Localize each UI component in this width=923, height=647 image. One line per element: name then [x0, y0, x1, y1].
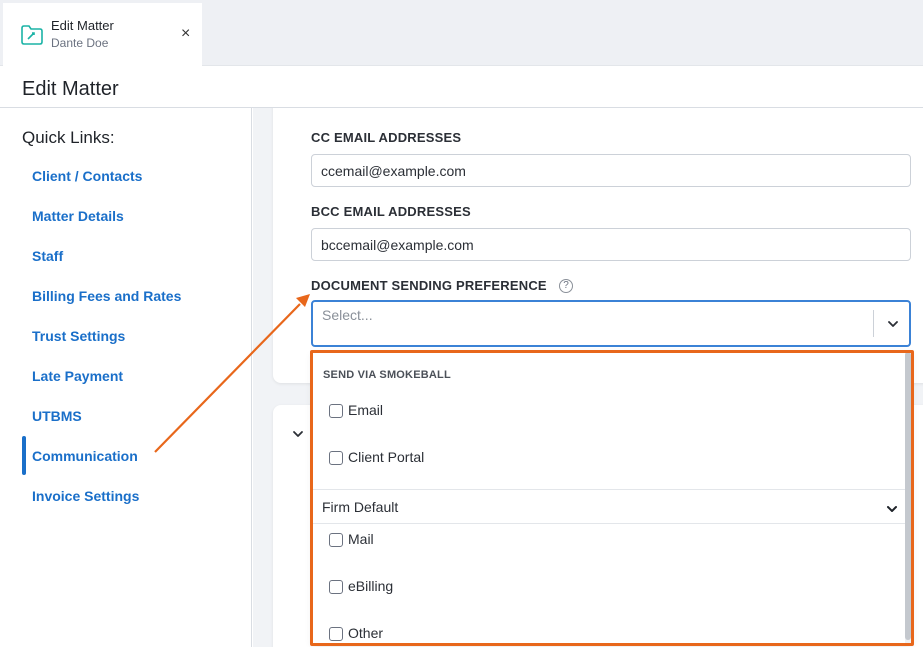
chevron-down-icon[interactable] — [885, 502, 899, 516]
quick-link-client-contacts[interactable]: Client / Contacts — [32, 168, 142, 184]
checkbox[interactable] — [329, 451, 343, 465]
scroll-thumb[interactable] — [905, 352, 911, 640]
quick-link-invoice-settings[interactable]: Invoice Settings — [32, 488, 139, 504]
quick-link-utbms[interactable]: UTBMS — [32, 408, 82, 424]
tab-edit-matter[interactable]: Edit Matter Dante Doe × — [3, 3, 202, 67]
document-sending-preference-select[interactable]: Select... — [311, 300, 911, 347]
quick-links-title: Quick Links: — [22, 128, 115, 147]
checkbox[interactable] — [329, 404, 343, 418]
page-header: Edit Matter — [0, 66, 923, 108]
checkbox[interactable] — [329, 533, 343, 547]
select-divider — [873, 310, 874, 337]
quick-link-staff[interactable]: Staff — [32, 248, 63, 264]
chevron-down-icon[interactable] — [886, 317, 900, 331]
tab-subtitle: Dante Doe — [51, 36, 109, 50]
quick-link-trust-settings[interactable]: Trust Settings — [32, 328, 125, 344]
preference-dropdown-menu: SEND VIA SMOKEBALL Email Client Portal F… — [313, 352, 911, 644]
page-title: Edit Matter — [22, 78, 119, 100]
checkbox[interactable] — [329, 627, 343, 641]
close-icon[interactable]: × — [181, 26, 190, 42]
quick-link-matter-details[interactable]: Matter Details — [32, 208, 124, 224]
dropdown-group-label: SEND VIA SMOKEBALL — [323, 369, 451, 381]
option-label: Other — [348, 625, 384, 641]
document-sending-preference-label: DOCUMENT SENDING PREFERENCE — [311, 278, 547, 293]
dropdown-scrollbar[interactable] — [905, 352, 911, 644]
firm-default-select[interactable]: Firm Default — [313, 489, 911, 524]
option-label: Email — [348, 402, 384, 418]
quick-link-late-payment[interactable]: Late Payment — [32, 368, 123, 384]
chevron-down-icon[interactable] — [291, 427, 305, 441]
question-circle-icon[interactable]: ? — [559, 279, 573, 293]
cc-email-input[interactable] — [311, 154, 911, 187]
bcc-email-label: BCC EMAIL ADDRESSES — [311, 204, 471, 219]
option-label: Mail — [348, 531, 374, 547]
quick-link-billing-fees-and-rates[interactable]: Billing Fees and Rates — [32, 288, 181, 304]
quick-link-communication[interactable]: Communication — [32, 448, 138, 464]
select-placeholder: Select... — [322, 307, 373, 323]
folder-icon — [21, 25, 43, 45]
active-indicator — [22, 436, 26, 475]
quick-links-sidebar: Quick Links: Client / Contacts Matter De… — [0, 108, 252, 647]
option-label: Client Portal — [348, 449, 425, 465]
bcc-email-input[interactable] — [311, 228, 911, 261]
firm-default-label: Firm Default — [322, 499, 399, 515]
cc-email-label: CC EMAIL ADDRESSES — [311, 130, 462, 145]
option-label: eBilling — [348, 578, 394, 594]
tab-strip: Edit Matter Dante Doe × — [0, 0, 923, 67]
checkbox[interactable] — [329, 580, 343, 594]
tab-title: Edit Matter — [51, 18, 114, 33]
